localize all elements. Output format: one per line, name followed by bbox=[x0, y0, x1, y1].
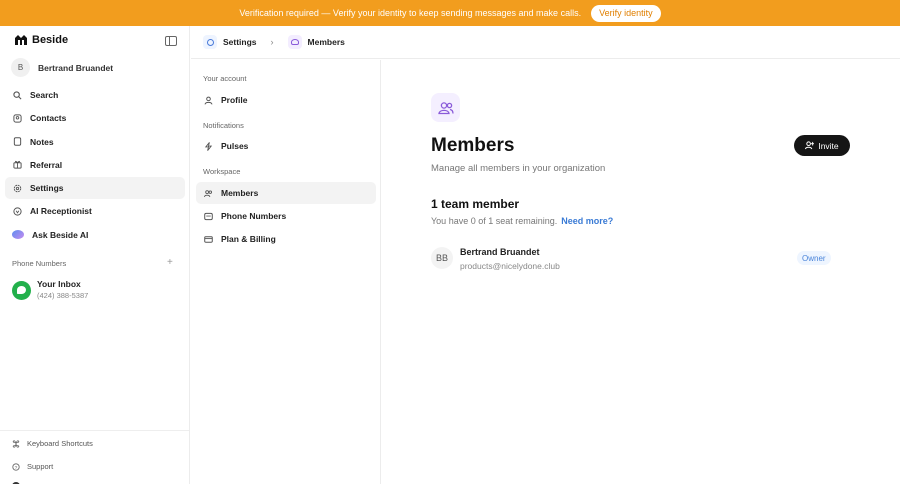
sidebar-item-notes[interactable]: Notes bbox=[5, 131, 185, 153]
sidebar-item-contacts[interactable]: Contacts bbox=[5, 107, 185, 129]
inbox-item[interactable]: Your Inbox (424) 388-5387 bbox=[12, 279, 88, 300]
keyboard-shortcuts-label: Keyboard Shortcuts bbox=[27, 439, 93, 448]
search-icon bbox=[13, 90, 22, 99]
member-name: Bertrand Bruandet bbox=[460, 247, 540, 257]
app-name: Beside bbox=[32, 34, 69, 46]
sidebar-item-ask-beside-ai[interactable]: Ask Beside AI bbox=[5, 224, 185, 246]
sidebar-item-label: AI Receptionist bbox=[30, 206, 92, 217]
settings-item-label: Pulses bbox=[221, 141, 249, 151]
sidebar-item-ai-receptionist[interactable]: AI Receptionist bbox=[5, 200, 185, 222]
role-badge: Owner bbox=[797, 251, 831, 265]
people-icon bbox=[287, 35, 302, 49]
breadcrumb: Settings › Members bbox=[191, 26, 900, 59]
user-name: Bertrand Bruandet bbox=[38, 62, 114, 73]
sidebar-nav: Search Contacts Notes Referral Settings … bbox=[5, 84, 185, 247]
beside-logo-icon bbox=[15, 35, 27, 45]
page-title: Members bbox=[431, 135, 515, 156]
sidebar-item-label: Settings bbox=[30, 183, 64, 194]
seats-remaining-text: You have 0 of 1 seat remaining. bbox=[431, 216, 558, 226]
sidebar: Beside B Bertrand Bruandet Search Contac… bbox=[0, 26, 190, 484]
team-member-count: 1 team member bbox=[431, 197, 520, 211]
referral-icon bbox=[13, 161, 22, 169]
settings-item-label: Phone Numbers bbox=[221, 211, 287, 221]
notes-icon bbox=[13, 137, 22, 146]
keyboard-icon bbox=[12, 439, 20, 448]
phone-numbers-heading: Phone Numbers bbox=[12, 259, 67, 268]
member-email: products@nicelydone.club bbox=[460, 261, 560, 271]
sidebar-item-referral[interactable]: Referral bbox=[5, 154, 185, 176]
person-icon bbox=[204, 96, 213, 105]
verify-identity-button[interactable]: Verify identity bbox=[591, 4, 661, 22]
avatar: B bbox=[11, 58, 30, 77]
ai-receptionist-icon bbox=[13, 207, 22, 216]
add-phone-number-icon[interactable]: + bbox=[167, 257, 173, 268]
chat-bubble-icon bbox=[12, 281, 31, 300]
breadcrumb-members[interactable]: Members bbox=[287, 35, 345, 49]
verification-banner: Verification required — Verify your iden… bbox=[0, 0, 900, 26]
sidebar-item-settings[interactable]: Settings bbox=[5, 177, 185, 200]
people-icon bbox=[437, 101, 454, 114]
sidebar-item-label: Notes bbox=[30, 136, 54, 147]
help-icon: ? bbox=[12, 462, 20, 470]
gear-icon bbox=[13, 184, 22, 192]
breadcrumb-settings[interactable]: Settings bbox=[203, 35, 257, 49]
user-profile[interactable]: B Bertrand Bruandet bbox=[11, 58, 113, 77]
people-icon bbox=[204, 189, 213, 197]
section-your-account: Your account bbox=[203, 74, 247, 83]
avatar: BB bbox=[431, 247, 453, 269]
settings-item-phone-numbers[interactable]: Phone Numbers bbox=[196, 205, 376, 227]
sidebar-item-label: Search bbox=[30, 90, 59, 100]
sidebar-item-label: Referral bbox=[30, 159, 63, 170]
settings-item-plan-billing[interactable]: Plan & Billing bbox=[196, 228, 376, 250]
contacts-icon bbox=[13, 114, 22, 123]
settings-item-label: Plan & Billing bbox=[221, 234, 276, 244]
pulse-icon bbox=[204, 141, 213, 151]
settings-nav: Your account Profile Notifications Pulse… bbox=[191, 60, 381, 484]
app-logo[interactable]: Beside bbox=[14, 34, 68, 46]
seat-info: You have 0 of 1 seat remaining. Need mor… bbox=[431, 216, 613, 226]
invite-button[interactable]: Invite bbox=[794, 135, 850, 156]
page-subtitle: Manage all members in your organization bbox=[431, 163, 606, 174]
add-person-icon bbox=[805, 141, 815, 150]
settings-item-members[interactable]: Members bbox=[196, 182, 376, 204]
inbox-number: (424) 388-5387 bbox=[37, 291, 89, 300]
sidebar-footer: Keyboard Shortcuts ? Support bbox=[0, 430, 189, 477]
support-label: Support bbox=[27, 462, 54, 471]
section-notifications: Notifications bbox=[203, 121, 244, 130]
settings-item-pulses[interactable]: Pulses bbox=[196, 135, 376, 157]
keyboard-shortcuts-link[interactable]: Keyboard Shortcuts bbox=[0, 433, 189, 454]
banner-message: Verification required — Verify your iden… bbox=[239, 8, 582, 18]
settings-item-label: Members bbox=[221, 188, 259, 198]
members-icon bbox=[431, 93, 460, 122]
support-link[interactable]: ? Support bbox=[0, 456, 189, 477]
invite-label: Invite bbox=[818, 140, 839, 151]
sidebar-item-label: Ask Beside AI bbox=[32, 229, 89, 240]
billing-icon bbox=[204, 235, 213, 243]
svg-text:?: ? bbox=[15, 464, 18, 470]
sidebar-item-search[interactable]: Search bbox=[5, 84, 185, 106]
breadcrumb-label: Settings bbox=[223, 37, 257, 47]
phone-icon bbox=[204, 212, 213, 220]
section-workspace: Workspace bbox=[203, 167, 241, 176]
sidebar-item-label: Contacts bbox=[30, 113, 67, 124]
member-row[interactable]: BB Bertrand Bruandet products@nicelydone… bbox=[431, 246, 831, 272]
chevron-right-icon: › bbox=[270, 37, 274, 47]
inbox-title: Your Inbox bbox=[37, 279, 81, 289]
ai-orb-icon bbox=[12, 230, 24, 240]
need-more-link[interactable]: Need more? bbox=[561, 216, 613, 226]
settings-item-label: Profile bbox=[221, 95, 248, 105]
gear-icon bbox=[203, 35, 217, 49]
members-panel: Members Manage all members in your organ… bbox=[382, 60, 900, 484]
collapse-sidebar-icon[interactable] bbox=[165, 36, 177, 46]
settings-item-profile[interactable]: Profile bbox=[196, 89, 376, 111]
breadcrumb-label: Members bbox=[307, 37, 345, 47]
